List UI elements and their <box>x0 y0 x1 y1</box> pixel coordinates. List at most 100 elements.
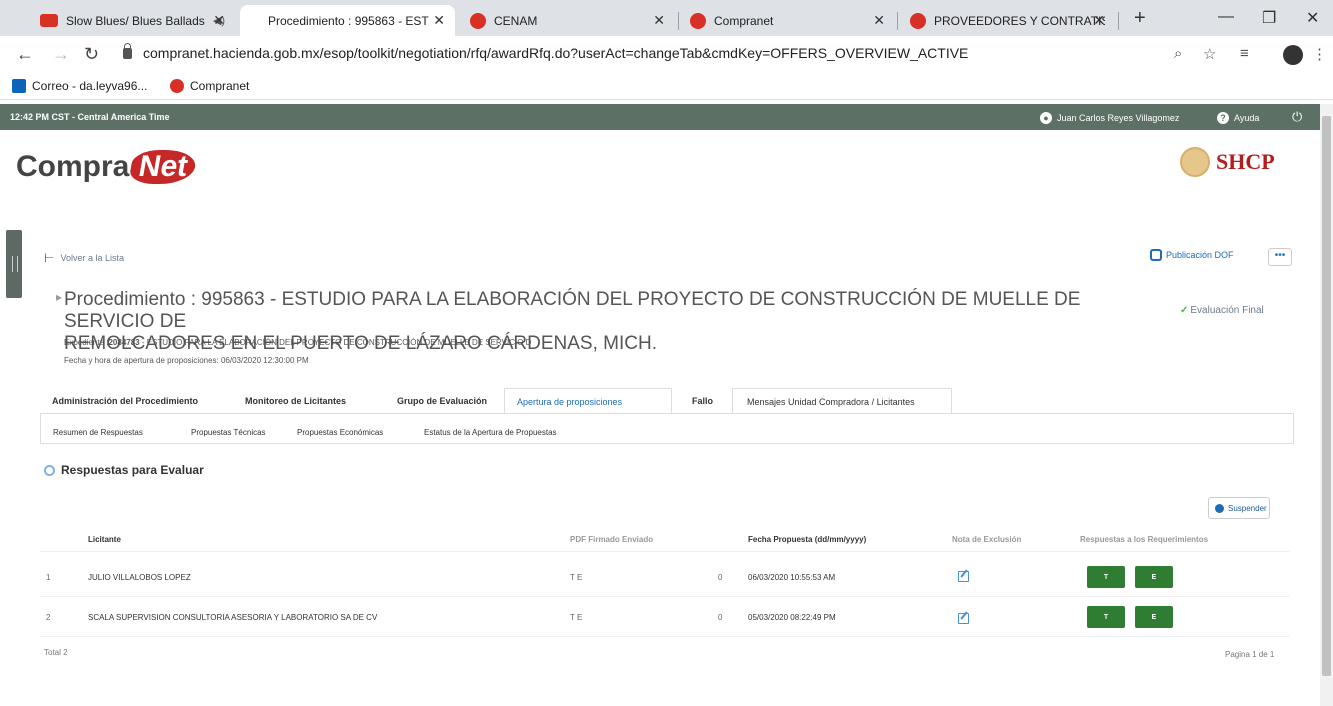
address-bar: ← → ↻ compranet.hacienda.gob.mx/esop/too… <box>0 36 1333 74</box>
pdf-status: T E <box>570 613 583 622</box>
col-licitante[interactable]: Licitante <box>88 535 121 544</box>
col-fecha[interactable]: Fecha Propuesta (dd/mm/yyyy) <box>748 535 866 544</box>
tab-label: Compranet <box>714 13 774 28</box>
section-title-label: Respuestas para Evaluar <box>61 463 204 477</box>
bookmark-compranet[interactable]: Compranet <box>170 79 249 93</box>
col-respuestas[interactable]: Respuestas a los Requerimientos <box>1080 535 1208 544</box>
edit-note-icon[interactable] <box>958 571 969 582</box>
technical-response-button[interactable]: T <box>1087 606 1125 628</box>
tab-label: PROVEEDORES Y CONTRATIST <box>934 13 1105 28</box>
shcp-text: SHCP <box>1216 149 1275 174</box>
subtabs: Resumen de Respuestas Propuestas Técnica… <box>40 414 1294 444</box>
close-icon[interactable]: ✕ <box>1093 12 1105 29</box>
user-icon: ● <box>1040 112 1052 124</box>
window-close-icon[interactable]: ✕ <box>1306 8 1319 28</box>
info-icon <box>44 464 55 476</box>
new-tab-icon[interactable]: + <box>1134 7 1146 30</box>
tab-procedimiento[interactable]: Procedimiento : 995863 - EST ✕ <box>240 5 455 36</box>
red-dot-icon <box>690 12 706 29</box>
minimize-icon[interactable]: — <box>1218 8 1234 26</box>
forward-arrow-icon[interactable]: → <box>52 44 70 65</box>
help-menu[interactable]: ? Ayuda <box>1217 112 1259 124</box>
expediente-line: Expediente :2084783 - ESTUDIO PARA LA EL… <box>64 338 531 347</box>
scroll-thumb[interactable] <box>1322 116 1331 676</box>
back-to-list-link[interactable]: ⊢ Volver a la Lista <box>44 251 124 265</box>
pdf-count: 0 <box>718 573 723 582</box>
shcp-logo: SHCP <box>1180 147 1275 177</box>
economic-response-button[interactable]: E <box>1135 606 1173 628</box>
pdf-status: T E <box>570 573 583 582</box>
power-icon[interactable]: ⏻ <box>1292 109 1302 125</box>
status-label: Evaluación Final <box>1190 305 1264 316</box>
side-panel-handle[interactable] <box>6 230 22 298</box>
user-name: Juan Carlos Reyes Villagomez <box>1057 113 1180 123</box>
more-options-button[interactable]: ••• <box>1268 248 1292 266</box>
compranet-logo: Compra Net <box>16 150 199 184</box>
tech-response-label: T <box>1103 573 1109 581</box>
red-dot-icon <box>470 12 486 29</box>
eco-response-label: E <box>1151 573 1157 581</box>
edit-note-icon[interactable] <box>958 613 969 624</box>
tab-grupo-evaluacion[interactable]: Grupo de Evaluación <box>397 388 487 414</box>
check-icon: ✓ <box>1180 305 1189 316</box>
licitante-name: JULIO VILLALOBOS LOPEZ <box>88 573 191 582</box>
back-arrow-icon[interactable]: ← <box>16 44 34 65</box>
fecha-propuesta: 06/03/2020 10:55:53 AM <box>748 573 836 582</box>
tab-separator <box>1118 12 1119 30</box>
suspend-button[interactable]: Suspender <box>1208 497 1270 519</box>
tab-fallo[interactable]: Fallo <box>692 388 713 414</box>
tech-response-label: T <box>1103 613 1109 621</box>
profile-icon[interactable] <box>1283 45 1303 65</box>
restore-icon[interactable]: ❐ <box>1262 8 1276 28</box>
lock-icon <box>123 43 132 59</box>
reading-list-icon[interactable]: ≡ <box>1240 45 1249 62</box>
page-scrollbar[interactable] <box>1320 104 1333 706</box>
row-index: 1 <box>46 573 51 582</box>
technical-response-button[interactable]: T <box>1087 566 1125 588</box>
row-divider <box>40 596 1290 597</box>
tab-administracion[interactable]: Administración del Procedimiento <box>52 388 198 414</box>
tab-separator <box>897 12 898 30</box>
close-icon[interactable]: ✕ <box>213 12 225 29</box>
subtab-tecnicas[interactable]: Propuestas Técnicas <box>191 428 266 437</box>
user-menu[interactable]: ● Juan Carlos Reyes Villagomez <box>1040 112 1179 124</box>
tab-label: Procedimiento : 995863 - EST <box>268 13 429 28</box>
subtab-resumen[interactable]: Resumen de Respuestas <box>53 428 143 437</box>
bookmark-correo[interactable]: Correo - da.leyva96... <box>12 79 147 93</box>
url-field[interactable]: compranet.hacienda.gob.mx/esop/toolkit/n… <box>143 45 968 61</box>
economic-response-button[interactable]: E <box>1135 566 1173 588</box>
subtab-economicas[interactable]: Propuestas Económicas <box>297 428 383 437</box>
col-pdf[interactable]: PDF Firmado Enviado <box>570 535 653 544</box>
reload-icon[interactable]: ↻ <box>84 44 99 65</box>
publicacion-dof-link[interactable]: Publicación DOF <box>1150 249 1234 261</box>
bookmark-label: Correo - da.leyva96... <box>32 79 148 93</box>
red-dot-icon <box>910 12 926 29</box>
suspend-label: Suspender <box>1228 503 1267 513</box>
tab-mensajes[interactable]: Mensajes Unidad Compradora / Licitantes <box>732 388 952 414</box>
browser-tab-bar: Slow Blues/ Blues Ballads ◀) ✕ Procedimi… <box>0 0 1333 36</box>
pdf-icon <box>1150 249 1162 261</box>
close-icon[interactable]: ✕ <box>873 12 885 29</box>
tab-slow-blues[interactable]: Slow Blues/ Blues Ballads ◀) ✕ <box>30 5 235 36</box>
tab-cenam[interactable]: CENAM ✕ <box>460 5 675 36</box>
collapse-bullet-icon[interactable]: ▸ <box>56 290 62 304</box>
tab-proveedores[interactable]: PROVEEDORES Y CONTRATIST ✕ <box>900 5 1115 36</box>
status-bar: 12:42 PM CST - Central America Time ● Ju… <box>0 104 1320 130</box>
logo-text-right: Net <box>128 150 199 184</box>
tab-apertura[interactable]: Apertura de proposiciones <box>504 388 672 414</box>
col-nota[interactable]: Nota de Exclusión <box>952 535 1021 544</box>
screen: Slow Blues/ Blues Ballads ◀) ✕ Procedimi… <box>0 0 1333 706</box>
close-icon[interactable]: ✕ <box>433 12 445 29</box>
subtab-estatus[interactable]: Estatus de la Apertura de Propuestas <box>424 428 557 437</box>
tab-monitoreo[interactable]: Monitoreo de Licitantes <box>245 388 346 414</box>
close-icon[interactable]: ✕ <box>653 12 665 29</box>
help-label: Ayuda <box>1234 113 1260 123</box>
tab-compranet[interactable]: Compranet ✕ <box>680 5 895 36</box>
bookmarks-bar: Correo - da.leyva96... Compranet <box>0 74 1333 100</box>
star-icon[interactable]: ☆ <box>1203 45 1216 63</box>
menu-dots-icon[interactable]: ⋮ <box>1312 45 1327 63</box>
zoom-icon[interactable]: ⌕ <box>1174 45 1182 62</box>
time-label: 12:42 PM CST - Central America Time <box>10 112 170 122</box>
tab-separator <box>678 12 679 30</box>
fecha-propuesta: 05/03/2020 08:22:49 PM <box>748 613 836 622</box>
